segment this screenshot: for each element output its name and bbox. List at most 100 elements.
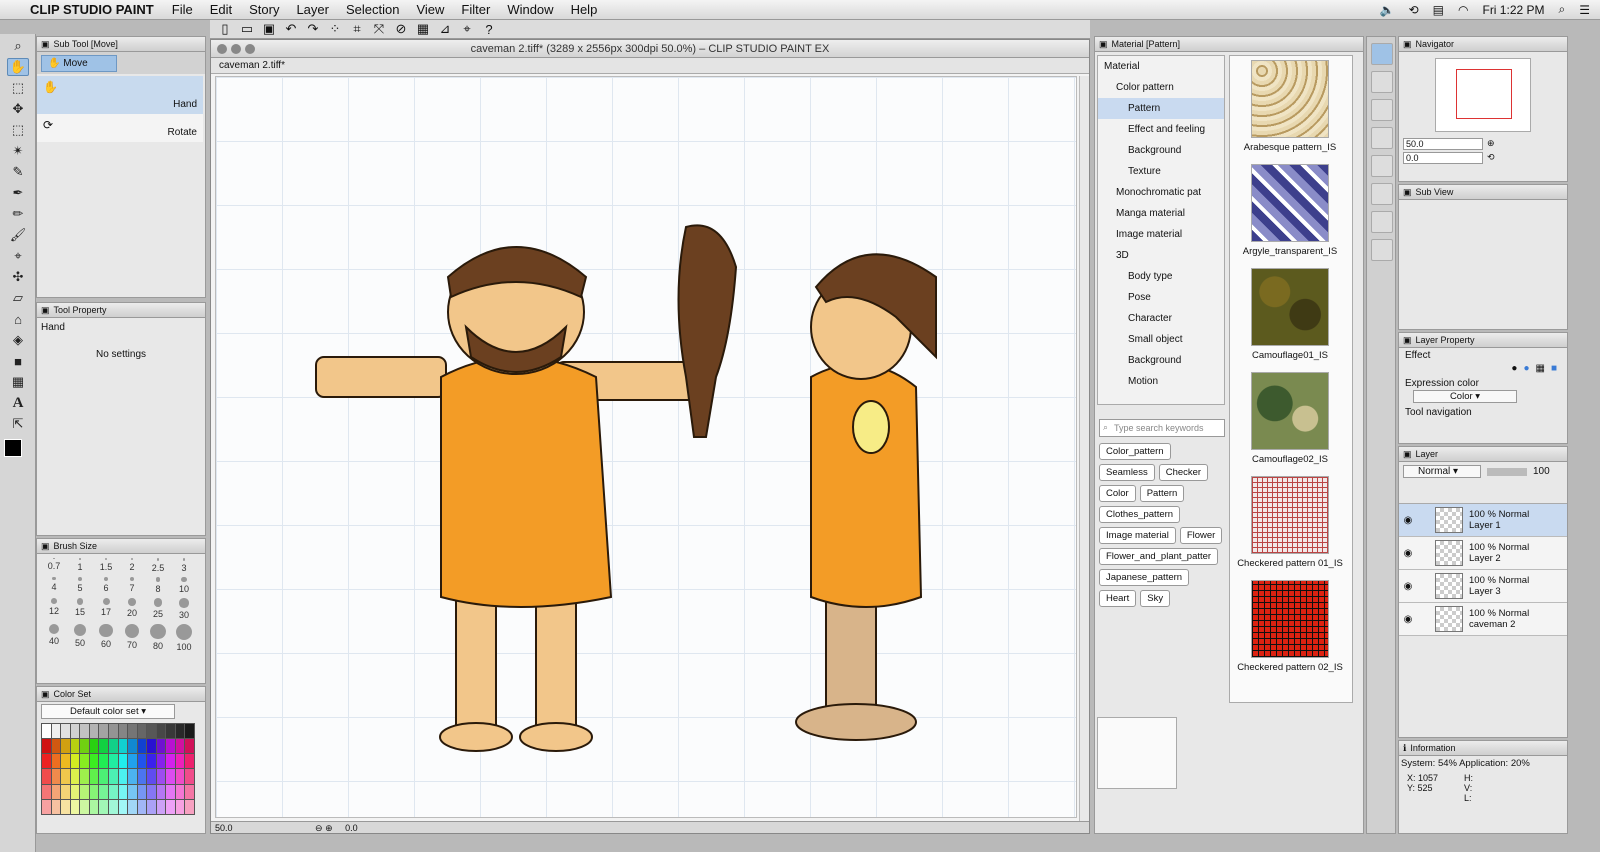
layer-opacity-value[interactable]: 100 [1533, 466, 1550, 477]
palette-swatch[interactable] [137, 769, 147, 784]
material-item[interactable]: Checkered pattern 01_IS [1232, 476, 1348, 576]
palette-swatch[interactable] [42, 739, 51, 754]
palette-swatch[interactable] [61, 754, 70, 769]
search-icon[interactable]: ⌕ [1559, 2, 1566, 17]
material-tree-item[interactable]: Pattern [1098, 98, 1224, 119]
figure-tool-icon[interactable]: ▦ [7, 373, 29, 391]
palette-swatch[interactable] [156, 754, 166, 769]
palette-swatch[interactable] [118, 784, 128, 799]
material-item[interactable]: Arabesque pattern_IS [1232, 60, 1348, 160]
auto-select-tool-icon[interactable]: ✴ [7, 142, 29, 160]
brush-size-preset[interactable]: 25 [145, 598, 171, 619]
palette-swatch[interactable] [147, 754, 156, 769]
transform-icon[interactable]: ⤧ [370, 21, 388, 37]
zoom-in-icon[interactable]: ⊕ [325, 823, 333, 833]
effect-tone-icon[interactable]: ● [1523, 363, 1529, 374]
palette-swatch[interactable] [70, 784, 80, 799]
color-palette[interactable] [41, 723, 195, 815]
material-item[interactable]: Argyle_transparent_IS [1232, 164, 1348, 264]
app-name-menu[interactable]: CLIP STUDIO PAINT [30, 2, 154, 17]
decoration-tool-icon[interactable]: ✣ [7, 268, 29, 286]
palette-swatch[interactable] [99, 784, 108, 799]
material-tag[interactable]: Sky [1140, 590, 1171, 607]
palette-swatch[interactable] [185, 799, 194, 814]
save-icon[interactable]: ▣ [260, 21, 278, 37]
palette-swatch[interactable] [156, 799, 166, 814]
palette-swatch[interactable] [166, 754, 175, 769]
brush-size-preset[interactable]: 60 [93, 623, 119, 652]
close-window-icon[interactable] [217, 44, 227, 54]
material-tag[interactable]: Japanese_pattern [1099, 569, 1190, 586]
brush-size-preset[interactable]: 6 [93, 576, 119, 594]
selection-tool-icon[interactable]: ⬚ [7, 121, 29, 139]
palette-swatch[interactable] [51, 769, 61, 784]
palette-swatch[interactable] [156, 769, 166, 784]
palette-swatch[interactable] [137, 784, 147, 799]
menu-window[interactable]: Window [507, 2, 553, 17]
palette-swatch[interactable] [147, 799, 156, 814]
menu-selection[interactable]: Selection [346, 2, 399, 17]
palette-swatch[interactable] [70, 769, 80, 784]
material-tree-item[interactable]: Material [1098, 56, 1224, 77]
material-tag[interactable]: Seamless [1099, 464, 1155, 481]
palette-swatch[interactable] [128, 754, 137, 769]
clear-selection-icon[interactable]: ⁘ [326, 21, 344, 37]
fill-tool-icon[interactable]: ◈ [7, 331, 29, 349]
palette-swatch[interactable] [89, 739, 99, 754]
material-tree-item[interactable]: Color pattern [1098, 77, 1224, 98]
brush-size-preset[interactable]: 10 [171, 576, 197, 594]
document-tab[interactable]: caveman 2.tiff* [219, 60, 285, 71]
palette-swatch[interactable] [166, 769, 175, 784]
opacity-slider[interactable] [1487, 467, 1527, 476]
brush-size-preset[interactable]: 1 [67, 558, 93, 573]
palette-swatch[interactable] [42, 799, 51, 814]
expression-color-select[interactable]: Color ▾ [1413, 390, 1517, 403]
palette-swatch[interactable] [166, 724, 175, 739]
main-color-swatch[interactable] [4, 439, 22, 457]
palette-swatch[interactable] [185, 754, 194, 769]
palette-swatch[interactable] [128, 724, 137, 739]
palette-swatch[interactable] [185, 724, 194, 739]
palette-swatch[interactable] [175, 799, 185, 814]
palette-swatch[interactable] [128, 739, 137, 754]
move-group-tab[interactable]: ✋ Move [41, 54, 117, 72]
pen-tool-icon[interactable]: ✒ [7, 184, 29, 202]
palette-swatch[interactable] [156, 784, 166, 799]
effect-border-icon[interactable]: ● [1511, 363, 1517, 374]
move-layer-tool-icon[interactable]: ✥ [7, 100, 29, 118]
brush-tool-icon[interactable]: 🖌 [7, 226, 29, 244]
palette-swatch[interactable] [147, 784, 156, 799]
palette-swatch[interactable] [61, 769, 70, 784]
navigator-rotate-icon[interactable]: ⟲ [1487, 152, 1495, 164]
sidebar-history-icon[interactable] [1371, 211, 1393, 233]
material-tag[interactable]: Color_pattern [1099, 443, 1171, 460]
eye-icon[interactable]: ◉ [1399, 581, 1417, 592]
brush-size-preset[interactable]: 100 [171, 623, 197, 652]
navigator-zoom-value[interactable]: 50.0 [1403, 138, 1483, 150]
palette-swatch[interactable] [147, 724, 156, 739]
palette-swatch[interactable] [128, 784, 137, 799]
effect-color-icon[interactable]: ■ [1551, 363, 1557, 374]
palette-swatch[interactable] [61, 724, 70, 739]
effect-pattern-icon[interactable]: ▦ [1536, 363, 1545, 374]
material-tree-item[interactable]: Texture [1098, 161, 1224, 182]
menu-story[interactable]: Story [249, 2, 279, 17]
palette-swatch[interactable] [99, 739, 108, 754]
blend-mode-select[interactable]: Normal ▾ [1403, 465, 1481, 478]
palette-swatch[interactable] [108, 754, 118, 769]
brush-size-preset[interactable]: 50 [67, 623, 93, 652]
brush-size-preset[interactable]: 20 [119, 598, 145, 619]
palette-swatch[interactable] [89, 754, 99, 769]
volume-icon[interactable]: 🔈 [1380, 3, 1395, 17]
palette-swatch[interactable] [89, 724, 99, 739]
palette-swatch[interactable] [108, 799, 118, 814]
snap-grid-icon[interactable]: ▦ [414, 21, 432, 37]
subtool-rotate[interactable]: ⟳ Rotate [37, 114, 203, 142]
brush-size-preset[interactable]: 0.7 [41, 558, 67, 573]
material-tag[interactable]: Pattern [1139, 485, 1185, 502]
sidebar-manga-icon[interactable] [1371, 155, 1393, 177]
palette-swatch[interactable] [70, 739, 80, 754]
palette-swatch[interactable] [175, 724, 185, 739]
palette-swatch[interactable] [175, 739, 185, 754]
palette-swatch[interactable] [80, 784, 89, 799]
